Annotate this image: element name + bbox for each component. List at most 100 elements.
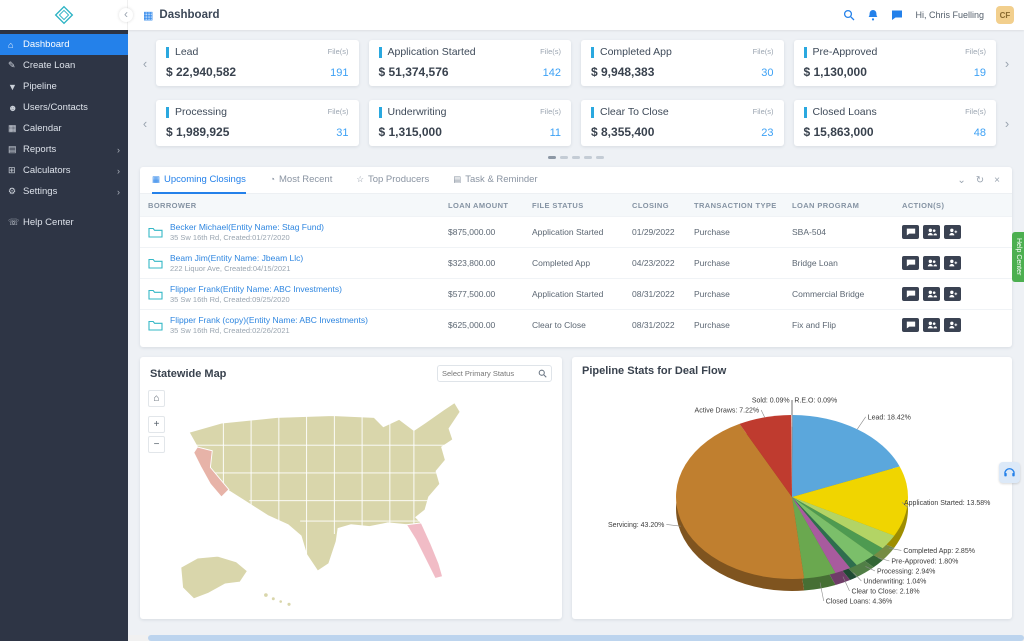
tab-top-producers[interactable]: ☆ Top Producers bbox=[356, 167, 429, 194]
message-action-icon[interactable] bbox=[902, 287, 919, 301]
pie-slice-label: Clear to Close: 2.18% bbox=[852, 589, 920, 596]
pie-label-line bbox=[857, 416, 866, 430]
users-action-icon[interactable] bbox=[923, 225, 940, 239]
stat-card-title: Clear To Close bbox=[591, 107, 669, 118]
stat-card-file-count: 48 bbox=[973, 127, 986, 139]
stat-card-completed-app[interactable]: Completed App File(s) $ 9,948,383 30 bbox=[581, 40, 784, 86]
carousel-dot[interactable] bbox=[596, 156, 604, 159]
tab-label: Top Producers bbox=[367, 173, 430, 185]
star-icon: ☆ bbox=[356, 173, 364, 184]
sidebar-item-users-contacts[interactable]: ☻ Users/Contacts bbox=[0, 97, 128, 118]
folder-icon bbox=[148, 320, 163, 331]
files-label: File(s) bbox=[965, 107, 986, 116]
table-row[interactable]: Flipper Frank (copy)(Entity Name: ABC In… bbox=[140, 309, 1012, 340]
sidebar-item-label: Users/Contacts bbox=[23, 102, 88, 113]
carousel-next-icon[interactable]: › bbox=[1002, 116, 1012, 131]
sidebar-item-reports[interactable]: ▤ Reports › bbox=[0, 139, 128, 160]
borrower-link[interactable]: Flipper Frank(Entity Name: ABC Investmen… bbox=[170, 284, 342, 294]
stat-card-title: Application Started bbox=[378, 47, 476, 58]
tab-most-recent[interactable]: ◔ Most Recent bbox=[270, 167, 332, 194]
files-label: File(s) bbox=[965, 47, 986, 56]
tab-task-reminder[interactable]: ▤ Task & Reminder bbox=[453, 167, 537, 194]
borrower-link[interactable]: Becker Michael(Entity Name: Stag Fund) bbox=[170, 222, 324, 232]
stat-card-application-started[interactable]: Application Started File(s) $ 51,374,576 14… bbox=[368, 40, 571, 86]
search-icon[interactable] bbox=[843, 9, 855, 21]
search-icon[interactable] bbox=[538, 369, 547, 378]
support-chat-button[interactable] bbox=[999, 462, 1020, 483]
message-action-icon[interactable] bbox=[902, 256, 919, 270]
map-home-button[interactable]: ⌂ bbox=[148, 390, 165, 407]
map-zoom-out-button[interactable]: − bbox=[148, 436, 165, 453]
collapse-panel-icon[interactable]: ⌄ bbox=[957, 175, 965, 186]
column-header-action-s: ACTION(S) bbox=[902, 200, 945, 210]
file-status-cell: Application Started bbox=[532, 289, 604, 299]
carousel-next-icon[interactable]: › bbox=[1002, 56, 1012, 71]
sidebar-item-calculators[interactable]: ⊞ Calculators › bbox=[0, 160, 128, 181]
avatar[interactable]: CF bbox=[996, 6, 1014, 24]
stat-card-clear-to-close[interactable]: Clear To Close File(s) $ 8,355,400 23 bbox=[581, 100, 784, 146]
borrower-link[interactable]: Flipper Frank (copy)(Entity Name: ABC In… bbox=[170, 315, 368, 325]
stat-card-amount: $ 22,940,582 bbox=[166, 65, 237, 79]
primary-status-input[interactable] bbox=[442, 369, 538, 378]
table-row[interactable]: Flipper Frank(Entity Name: ABC Investmen… bbox=[140, 278, 1012, 309]
carousel-dot[interactable] bbox=[548, 156, 556, 159]
sidebar-collapse-button[interactable]: ‹ bbox=[119, 8, 133, 22]
carousel-prev-icon[interactable]: ‹ bbox=[140, 56, 150, 71]
user-add-action-icon[interactable] bbox=[944, 287, 961, 301]
table-row[interactable]: Beam Jim(Entity Name: Jbeam Llc) 222 Liqu… bbox=[140, 247, 1012, 278]
refresh-icon[interactable]: ↻ bbox=[976, 175, 984, 186]
messages-icon[interactable] bbox=[891, 9, 903, 21]
phone-icon: ☏ bbox=[8, 217, 20, 227]
borrower-link[interactable]: Beam Jim(Entity Name: Jbeam Llc) bbox=[170, 253, 303, 263]
notifications-bell-icon[interactable] bbox=[867, 9, 879, 21]
user-add-action-icon[interactable] bbox=[944, 225, 961, 239]
close-panel-icon[interactable]: × bbox=[994, 175, 1000, 186]
help-center-tab[interactable]: Help Center bbox=[1012, 232, 1024, 282]
stat-card-closed-loans[interactable]: Closed Loans File(s) $ 15,863,000 48 bbox=[793, 100, 996, 146]
map-zoom-in-button[interactable]: + bbox=[148, 416, 165, 433]
pie-slice-label: Application Started: 13.58% bbox=[904, 500, 990, 507]
sidebar-item-calendar[interactable]: ▦ Calendar bbox=[0, 118, 128, 139]
stat-card-pre-approved[interactable]: Pre-Approved File(s) $ 1,130,000 19 bbox=[793, 40, 996, 86]
user-add-action-icon[interactable] bbox=[944, 256, 961, 270]
gear-icon: ⚙ bbox=[8, 186, 17, 196]
carousel-dot[interactable] bbox=[572, 156, 580, 159]
message-action-icon[interactable] bbox=[902, 318, 919, 332]
sidebar-item-settings[interactable]: ⚙ Settings › bbox=[0, 181, 128, 202]
pie-panel-title: Pipeline Stats for Deal Flow bbox=[582, 365, 727, 377]
table-row[interactable]: Becker Michael(Entity Name: Stag Fund) 35… bbox=[140, 216, 1012, 247]
sidebar-item-label: Reports bbox=[23, 144, 57, 155]
app-logo[interactable] bbox=[0, 0, 128, 30]
horizontal-scrollbar-thumb[interactable] bbox=[148, 635, 1024, 641]
calendar-icon: ▦ bbox=[8, 123, 17, 133]
users-action-icon[interactable] bbox=[923, 287, 940, 301]
sidebar-item-pipeline[interactable]: ▼ Pipeline bbox=[0, 76, 128, 97]
users-action-icon[interactable] bbox=[923, 256, 940, 270]
stat-card-file-count: 30 bbox=[761, 67, 774, 79]
sidebar-item-dashboard[interactable]: ⌂ Dashboard bbox=[0, 34, 128, 55]
stat-card-processing[interactable]: Processing File(s) $ 1,989,925 31 bbox=[156, 100, 359, 146]
carousel-dot[interactable] bbox=[560, 156, 568, 159]
files-label: File(s) bbox=[752, 107, 774, 116]
user-add-action-icon[interactable] bbox=[944, 318, 961, 332]
headset-icon bbox=[1004, 468, 1015, 477]
sidebar-item-create-loan[interactable]: ✎ Create Loan bbox=[0, 55, 128, 76]
stat-card-file-count: 191 bbox=[330, 67, 349, 79]
loan-amount-cell: $323,800.00 bbox=[448, 258, 496, 268]
message-action-icon[interactable] bbox=[902, 225, 919, 239]
stat-card-lead[interactable]: Lead File(s) $ 22,940,582 191 bbox=[156, 40, 359, 86]
carousel-dot[interactable] bbox=[584, 156, 592, 159]
tab-upcoming-closings[interactable]: ▦ Upcoming Closings bbox=[152, 167, 246, 194]
state-florida[interactable] bbox=[405, 522, 444, 579]
column-header-file-status: FILE STATUS bbox=[532, 200, 584, 210]
stat-card-underwriting[interactable]: Underwriting File(s) $ 1,315,000 11 bbox=[368, 100, 571, 146]
pie-slice-label: Completed App: 2.85% bbox=[903, 548, 975, 555]
sidebar-item-help-center[interactable]: ☏ Help Center bbox=[0, 212, 128, 233]
users-action-icon[interactable] bbox=[923, 318, 940, 332]
column-header-loan-amount: LOAN AMOUNT bbox=[448, 200, 509, 210]
stat-card-title: Underwriting bbox=[378, 107, 446, 118]
map-status-filter bbox=[437, 365, 552, 382]
chevron-right-icon: › bbox=[117, 165, 120, 176]
sidebar-item-label: Settings bbox=[23, 186, 58, 197]
carousel-prev-icon[interactable]: ‹ bbox=[140, 116, 150, 131]
